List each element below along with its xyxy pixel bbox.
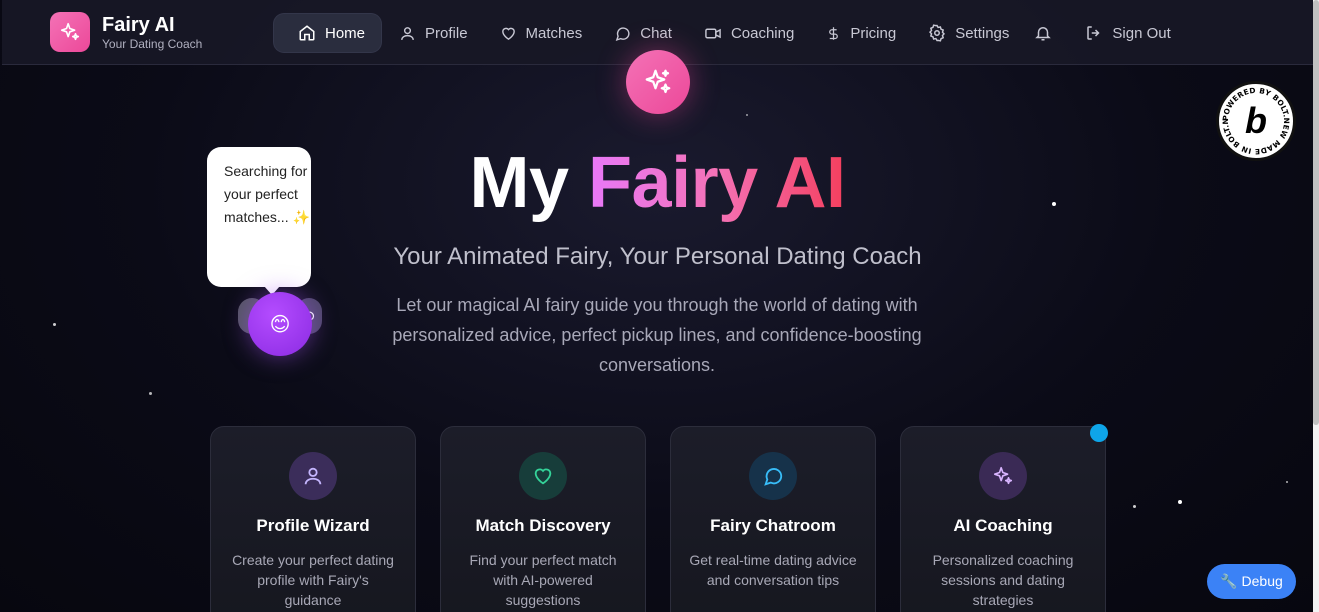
brand-tagline: Your Dating Coach xyxy=(102,36,203,51)
background-star xyxy=(746,114,748,116)
nav-matches[interactable]: Matches xyxy=(486,14,597,52)
background-star xyxy=(53,323,56,326)
fairy-speech-bubble: Searching for your perfect matches... ✨ xyxy=(207,147,311,295)
nav-settings-label: Settings xyxy=(955,24,1010,42)
notifications-button[interactable] xyxy=(1027,14,1067,52)
card-title: Fairy Chatroom xyxy=(710,516,836,535)
card-description: Find your perfect match with AI-powered … xyxy=(469,552,617,608)
sign-out-icon xyxy=(1087,26,1100,40)
nav-coaching-label: Coaching xyxy=(730,24,795,42)
gear-icon xyxy=(929,24,946,42)
heart-icon xyxy=(519,452,567,500)
sparkles-icon xyxy=(50,12,90,52)
video-icon xyxy=(705,28,721,38)
app-page: Fairy AI Your Dating Coach Home Profile … xyxy=(2,0,1313,612)
sign-out-button[interactable]: Sign Out xyxy=(1071,14,1184,52)
nav-coaching[interactable]: Coaching xyxy=(690,14,808,52)
scrollbar-thumb[interactable] xyxy=(1313,0,1319,425)
chat-bubble-icon xyxy=(615,26,630,41)
nav-chat[interactable]: Chat xyxy=(600,14,686,52)
nav-profile-label: Profile xyxy=(425,24,468,42)
sign-out-label: Sign Out xyxy=(1112,24,1171,42)
nav-settings[interactable]: Settings xyxy=(914,14,1023,52)
background-star xyxy=(1286,481,1288,483)
brand-name: Fairy AI xyxy=(102,13,175,36)
nav-menu: Home Profile Matches Chat Coaching Prici… xyxy=(274,14,1189,52)
bell-icon xyxy=(1035,27,1051,41)
bolt-badge[interactable]: POWERED BY BOLT.NEW MADE IN BOLT.NEW b xyxy=(1216,81,1296,161)
chat-bubble-icon xyxy=(749,452,797,500)
background-star xyxy=(1178,500,1182,504)
hero-title-accent: Fairy AI xyxy=(588,143,846,223)
user-icon xyxy=(401,26,414,40)
feature-card-ai-coaching[interactable]: AI Coaching Personalized coaching sessio… xyxy=(900,426,1106,612)
hero-title-plain: My xyxy=(469,143,589,223)
card-corner-badge xyxy=(1090,424,1108,442)
hero-description: Let our magical AI fairy guide you throu… xyxy=(392,295,922,375)
nav-chat-label: Chat xyxy=(640,24,672,42)
hero-subtitle: Your Animated Fairy, Your Personal Datin… xyxy=(393,243,922,270)
sparkles-icon xyxy=(626,50,690,114)
background-star xyxy=(149,392,152,395)
nav-home-label: Home xyxy=(325,24,366,42)
nav-pricing[interactable]: Pricing xyxy=(812,14,910,52)
fairy-face: 😊 xyxy=(269,313,291,336)
feature-card-profile-wizard[interactable]: Profile Wizard Create your perfect datin… xyxy=(210,426,416,612)
feature-card-fairy-chatroom[interactable]: Fairy Chatroom Get real-time dating advi… xyxy=(670,426,876,612)
feature-card-match-discovery[interactable]: Match Discovery Find your perfect match … xyxy=(440,426,646,612)
card-description: Get real-time dating advice and conversa… xyxy=(689,552,857,588)
card-title: Profile Wizard xyxy=(256,516,370,535)
nav-profile[interactable]: Profile xyxy=(385,14,482,52)
card-title: AI Coaching xyxy=(953,516,1053,535)
card-title: Match Discovery xyxy=(475,516,611,535)
bolt-badge-ring-text: POWERED BY BOLT.NEW MADE IN BOLT.NEW xyxy=(1219,84,1291,156)
background-star xyxy=(1133,505,1136,508)
nav-pricing-label: Pricing xyxy=(850,24,897,42)
dollar-icon xyxy=(829,26,839,40)
user-icon xyxy=(289,452,337,500)
brand[interactable]: Fairy AI Your Dating Coach xyxy=(50,12,202,52)
bolt-badge-ring: POWERED BY BOLT.NEW MADE IN BOLT.NEW xyxy=(1219,84,1291,156)
card-description: Personalized coaching sessions and datin… xyxy=(932,552,1074,608)
nav-matches-label: Matches xyxy=(525,24,583,42)
hero-title: My Fairy AI xyxy=(2,140,1313,226)
home-icon xyxy=(299,25,315,41)
heart-icon xyxy=(501,27,515,40)
svg-text:POWERED BY BOLT.NEW MADE IN BO: POWERED BY BOLT.NEW MADE IN BOLT.NEW xyxy=(1219,84,1291,156)
card-description: Create your perfect dating profile with … xyxy=(232,552,394,608)
debug-button[interactable]: 🔧 Debug xyxy=(1207,564,1296,599)
sparkles-icon xyxy=(979,452,1027,500)
nav-home[interactable]: Home xyxy=(274,14,382,52)
fairy-avatar[interactable]: 😊 xyxy=(248,292,312,356)
